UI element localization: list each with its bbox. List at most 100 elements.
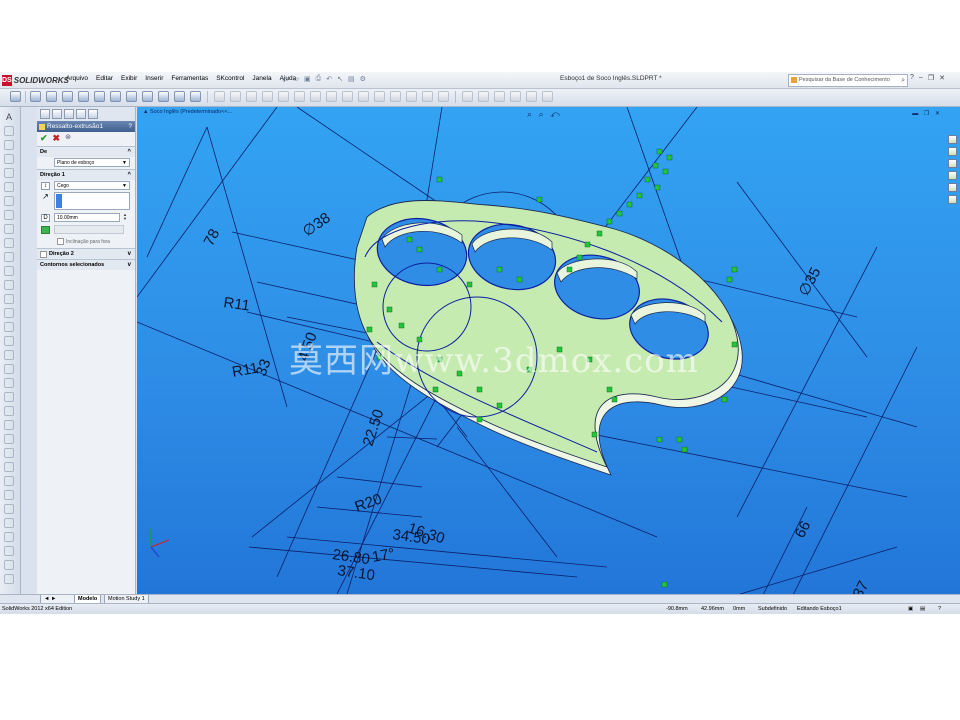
feature-breadcrumb[interactable]: ▲ Soco Inglês (Predeterminado<<... bbox=[143, 109, 232, 115]
search-icon[interactable]: ⌕ bbox=[901, 75, 905, 86]
rectangle-tool-icon[interactable] bbox=[230, 91, 241, 102]
ellipse-icon[interactable] bbox=[3, 237, 15, 249]
quick-snaps-icon[interactable] bbox=[438, 91, 449, 102]
spline-tool-icon[interactable] bbox=[278, 91, 289, 102]
property-manager-tab-icon[interactable] bbox=[52, 109, 62, 119]
pattern-tool-icon[interactable] bbox=[374, 91, 385, 102]
linear-pattern-icon[interactable] bbox=[3, 335, 15, 347]
block-icon[interactable] bbox=[3, 531, 15, 543]
file-explorer-icon[interactable] bbox=[948, 159, 957, 168]
point-icon[interactable] bbox=[3, 447, 15, 459]
check-sketch-icon[interactable] bbox=[3, 573, 15, 585]
single-view-icon[interactable] bbox=[190, 91, 201, 102]
zoom-to-fit-icon[interactable]: ⌕ bbox=[527, 109, 534, 119]
menu-skcontrol[interactable]: SKcontrol bbox=[216, 75, 244, 82]
menu-janela[interactable]: Janela bbox=[252, 75, 271, 82]
offset-icon[interactable] bbox=[3, 279, 15, 291]
draft-outward-checkbox[interactable]: Inclinação para fora bbox=[57, 238, 110, 245]
appearances-icon[interactable] bbox=[948, 183, 957, 192]
new-document-icon[interactable]: ▭ bbox=[282, 75, 289, 83]
solidworks-resources-icon[interactable] bbox=[948, 135, 957, 144]
rectangle-icon[interactable] bbox=[3, 153, 15, 165]
custom-properties-icon[interactable] bbox=[948, 195, 957, 204]
rotate-entities-icon[interactable] bbox=[3, 377, 15, 389]
mirror-tool-icon[interactable] bbox=[358, 91, 369, 102]
direction2-checkbox-icon[interactable] bbox=[40, 251, 47, 258]
normal-to-icon[interactable] bbox=[174, 91, 185, 102]
menu-editar[interactable]: Editar bbox=[96, 75, 113, 82]
collapse-icon[interactable]: ^ bbox=[127, 147, 131, 157]
dimension-17-deg[interactable]: 17° bbox=[371, 545, 396, 566]
view-trimetric-icon[interactable] bbox=[142, 91, 153, 102]
search-input[interactable]: Pesquisar da Base de Conhecimento ⌕ bbox=[788, 74, 908, 87]
arc-tool-icon[interactable] bbox=[262, 91, 273, 102]
keep-visible-icon[interactable]: ⊛ bbox=[65, 133, 71, 145]
depth-input[interactable]: 10.00mm bbox=[54, 213, 120, 222]
minimize-icon[interactable]: – bbox=[919, 74, 923, 82]
dimension-22-50[interactable]: 22.50 bbox=[360, 407, 388, 448]
design-library-icon[interactable] bbox=[948, 147, 957, 156]
display-style-icon[interactable] bbox=[478, 91, 489, 102]
options-icon[interactable]: ⚙ bbox=[360, 75, 366, 83]
extend-icon[interactable] bbox=[3, 307, 15, 319]
viewport-minimize-icon[interactable]: ▬ bbox=[912, 111, 920, 117]
rebuild-status-icon[interactable]: ▣ bbox=[908, 604, 913, 614]
feature-help-icon[interactable]: ? bbox=[128, 121, 132, 132]
polygon-icon[interactable] bbox=[3, 209, 15, 221]
viewport-restore-icon[interactable]: ❐ bbox=[924, 111, 931, 117]
line-tool-icon[interactable] bbox=[214, 91, 225, 102]
feature-tree-tab-icon[interactable] bbox=[40, 109, 50, 119]
add-relation-icon[interactable] bbox=[3, 419, 15, 431]
undo-icon[interactable]: ↶ bbox=[326, 75, 332, 83]
construction-geometry-icon[interactable] bbox=[3, 503, 15, 515]
menu-arquivo[interactable]: Arquivo bbox=[66, 75, 88, 82]
dimxpert-tab-icon[interactable] bbox=[76, 109, 86, 119]
dimension-37[interactable]: 37 bbox=[850, 578, 873, 594]
view-isometric-icon[interactable] bbox=[126, 91, 137, 102]
arc-icon[interactable] bbox=[3, 195, 15, 207]
edit-appearance-icon[interactable] bbox=[510, 91, 521, 102]
scene-icon[interactable] bbox=[526, 91, 537, 102]
end-condition-select[interactable]: Cego ▼ bbox=[54, 181, 130, 190]
previous-view-icon[interactable]: ↶ bbox=[550, 109, 562, 119]
view-settings-icon[interactable] bbox=[542, 91, 553, 102]
zoom-area-icon[interactable]: ⌕ bbox=[539, 109, 546, 119]
solidworks-logo[interactable]: DS SOLIDWORKS bbox=[2, 74, 69, 86]
graphics-viewport[interactable]: 78 ∅38 ∅35 R11 R11 33 4.50 22.50 R20 16.… bbox=[137, 107, 960, 594]
display-tab-icon[interactable] bbox=[88, 109, 98, 119]
print-icon[interactable]: ⎙ bbox=[316, 75, 322, 83]
direction2-header[interactable]: Direção 2 v bbox=[37, 249, 135, 259]
dimension-66[interactable]: 66 bbox=[792, 518, 815, 541]
close-icon[interactable]: ✕ bbox=[939, 74, 945, 82]
centerline-icon[interactable] bbox=[3, 139, 15, 151]
trim-icon[interactable] bbox=[3, 293, 15, 305]
units-icon[interactable]: ▤ bbox=[920, 604, 925, 614]
view-bottom-icon[interactable] bbox=[110, 91, 121, 102]
expand-icon[interactable]: v bbox=[128, 249, 131, 259]
ok-icon[interactable]: ✔ bbox=[40, 133, 48, 145]
rapid-sketch-icon[interactable] bbox=[3, 559, 15, 571]
selected-contours-header[interactable]: Contornos selecionados v bbox=[37, 260, 135, 270]
draft-angle-input[interactable] bbox=[54, 225, 124, 234]
mirror-icon[interactable] bbox=[3, 321, 15, 333]
trim-tool-icon[interactable] bbox=[310, 91, 321, 102]
expand-icon[interactable]: v bbox=[128, 260, 131, 270]
sketch-picture-icon[interactable] bbox=[3, 517, 15, 529]
collapse-icon[interactable]: ^ bbox=[127, 170, 131, 180]
depth-spinner[interactable]: ▲ ▼ bbox=[121, 213, 129, 222]
offset-tool-icon[interactable] bbox=[342, 91, 353, 102]
relations-tool-icon[interactable] bbox=[406, 91, 417, 102]
direction-reference-field[interactable] bbox=[54, 192, 130, 210]
restore-icon[interactable]: ❐ bbox=[928, 74, 934, 82]
move-entities-icon[interactable] bbox=[3, 363, 15, 375]
circle-icon[interactable] bbox=[3, 181, 15, 193]
cancel-icon[interactable]: ✖ bbox=[53, 133, 61, 145]
dimension-78[interactable]: 78 bbox=[201, 226, 224, 249]
save-icon[interactable]: ▣ bbox=[304, 75, 311, 83]
view-palette-icon[interactable] bbox=[948, 171, 957, 180]
section-view-icon[interactable] bbox=[462, 91, 473, 102]
menu-ferramentas[interactable]: Ferramentas bbox=[171, 75, 208, 82]
line-icon[interactable] bbox=[3, 125, 15, 137]
extend-tool-icon[interactable] bbox=[326, 91, 337, 102]
view-dimetric-icon[interactable] bbox=[158, 91, 169, 102]
